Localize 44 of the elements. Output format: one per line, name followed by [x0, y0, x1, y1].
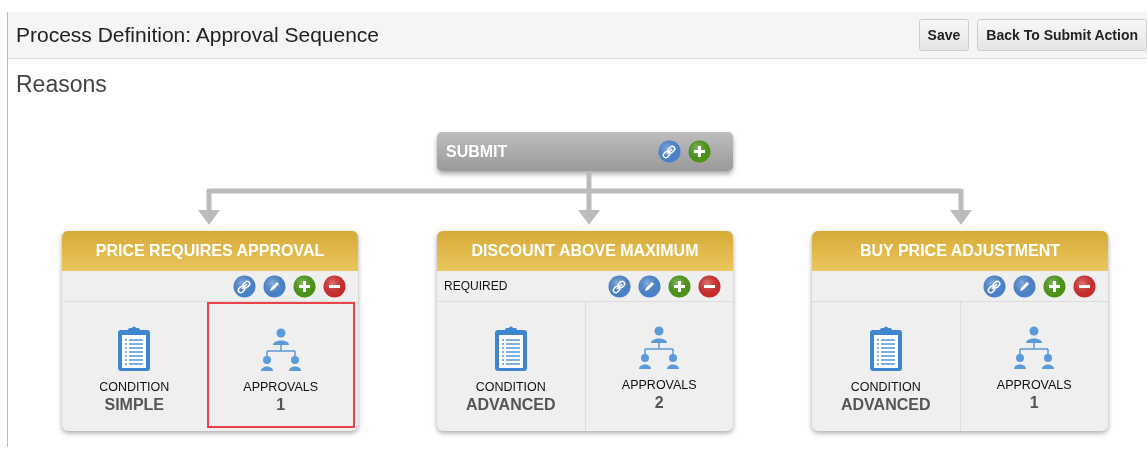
remove-icon[interactable] [698, 274, 721, 298]
pencil-icon[interactable] [1013, 274, 1036, 298]
condition-label: CONDITION [99, 380, 170, 394]
link-icon[interactable] [658, 140, 681, 163]
approvals-panel[interactable]: APPROVALS 1 [959, 302, 1108, 431]
add-icon[interactable] [668, 274, 691, 298]
clipboard-icon [493, 326, 528, 372]
card-title: PRICE REQUIRES APPROVAL [95, 242, 325, 260]
approvals-label: APPROVALS [996, 378, 1072, 392]
clipboard-icon [868, 326, 903, 372]
add-icon[interactable] [1043, 274, 1066, 298]
pencil-icon[interactable] [638, 274, 661, 298]
toolbar-button[interactable]: Save [918, 19, 970, 51]
link-icon[interactable] [983, 274, 1006, 298]
hierarchy-icon [1014, 326, 1055, 370]
condition-value: ADVANCED [841, 396, 931, 414]
approvals-panel[interactable]: APPROVALS 1 [206, 302, 355, 428]
approvals-count: 1 [276, 396, 286, 414]
page-title: Process Definition: Approval Sequence [16, 23, 380, 47]
toolbar-button[interactable]: Back To Submit Action [977, 19, 1147, 51]
remove-icon[interactable] [1073, 274, 1096, 298]
approvals-label: APPROVALS [243, 380, 319, 394]
link-icon[interactable] [233, 274, 256, 298]
pencil-icon[interactable] [263, 274, 286, 298]
hierarchy-icon [260, 328, 301, 372]
condition-label: CONDITION [475, 380, 546, 394]
approvals-count: 2 [654, 394, 664, 412]
card-title: DISCOUNT ABOVE MAXIMUM [471, 242, 699, 260]
approvals-count: 1 [1029, 394, 1039, 412]
section-title: Reasons [16, 71, 107, 98]
card-title: BUY PRICE ADJUSTMENT [860, 242, 1060, 260]
hierarchy-icon [639, 326, 680, 370]
required-label: REQUIRED [444, 279, 508, 293]
clipboard-icon [117, 326, 152, 372]
approvals-label: APPROVALS [621, 378, 697, 392]
condition-value: ADVANCED [466, 396, 556, 414]
add-icon[interactable] [293, 274, 316, 298]
approvals-panel[interactable]: APPROVALS 2 [584, 302, 733, 431]
add-icon[interactable] [688, 140, 711, 163]
condition-value: SIMPLE [104, 396, 165, 414]
remove-icon[interactable] [323, 274, 346, 298]
node-label: SUBMIT [446, 142, 509, 161]
link-icon[interactable] [608, 274, 631, 298]
condition-label: CONDITION [850, 380, 921, 394]
